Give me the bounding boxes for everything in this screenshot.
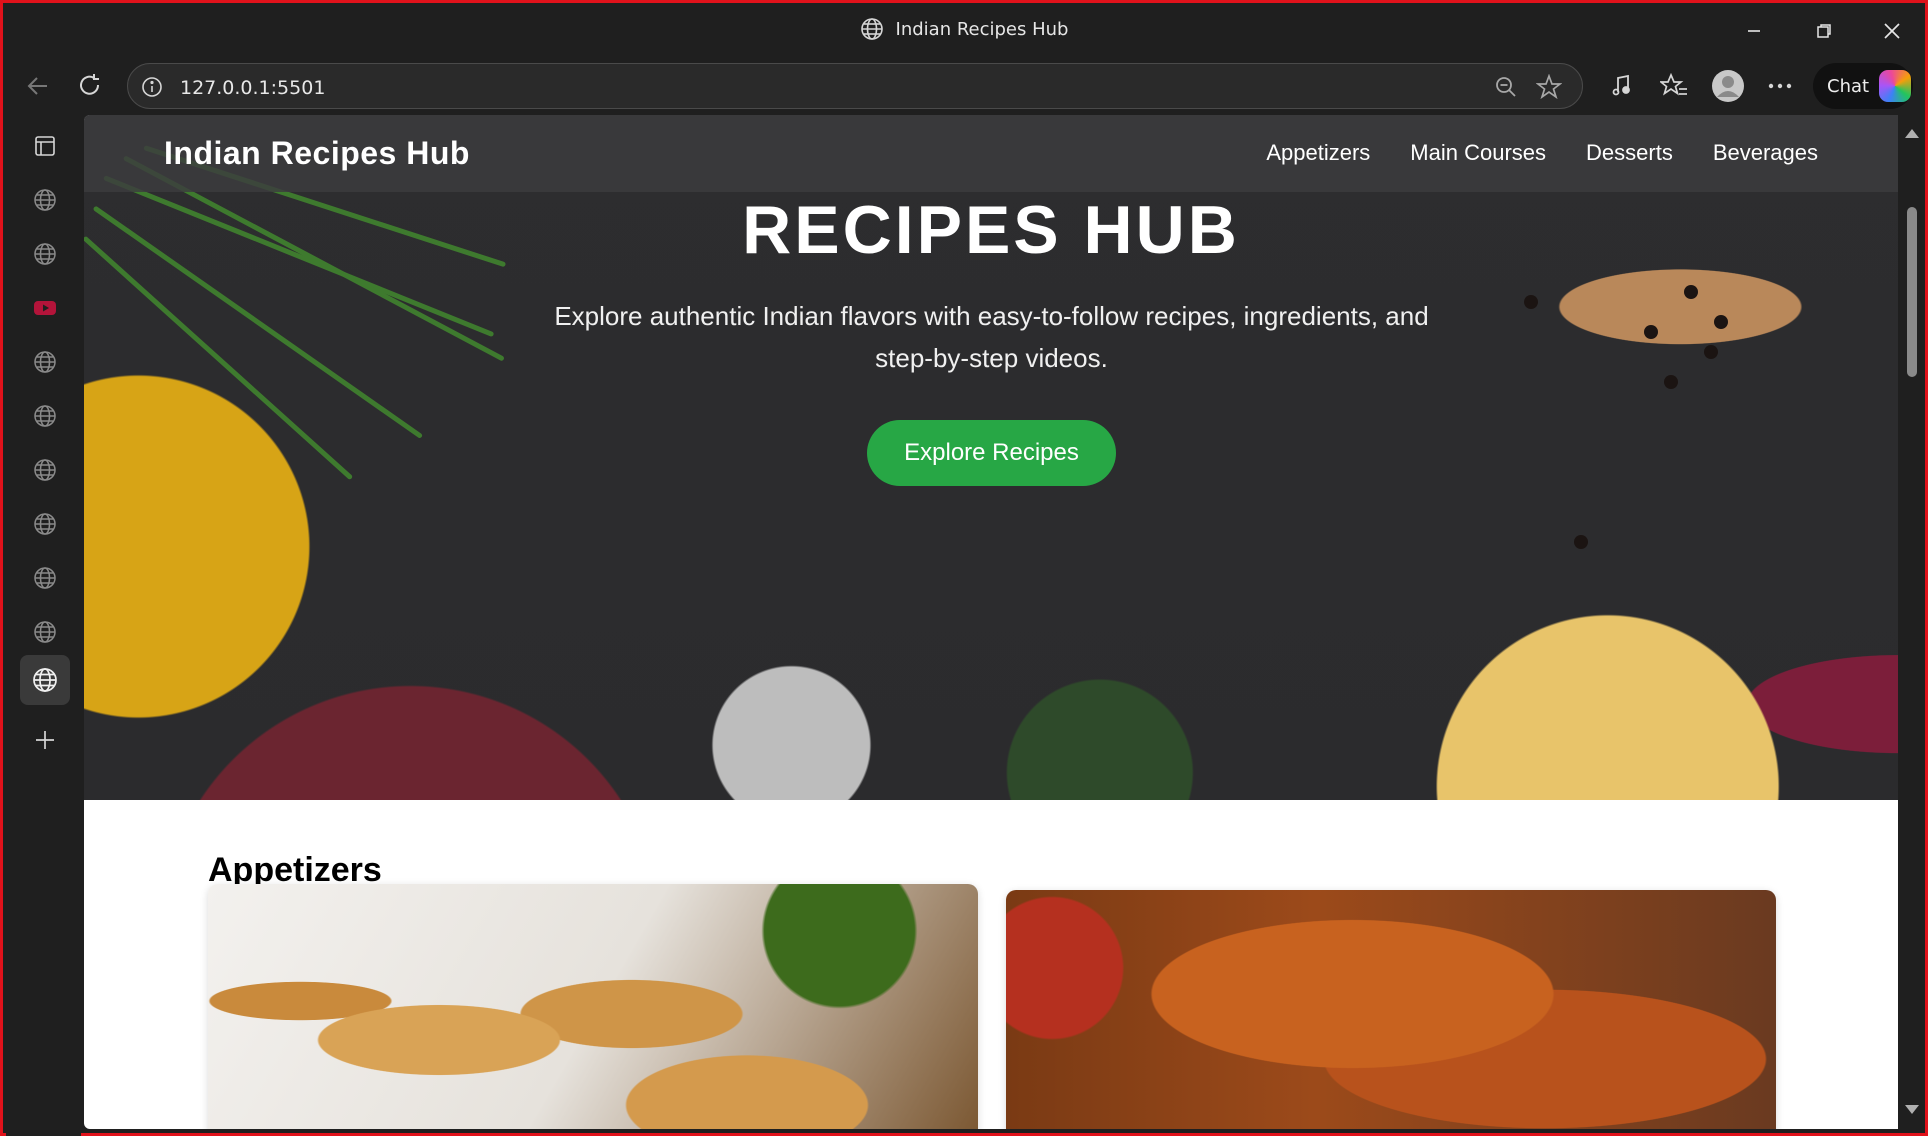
scroll-down-arrow-icon[interactable] [1905, 1105, 1919, 1114]
vertical-tabs-sidebar [6, 115, 81, 1136]
browser-window: Indian Recipes Hub 127.0.0.1:5501 Chat R… [0, 0, 1928, 1136]
browser-toolbar: 127.0.0.1:5501 Chat [3, 59, 1925, 113]
minimize-button[interactable] [1727, 11, 1781, 51]
peppercorn-decoration [1664, 375, 1678, 389]
globe-icon [34, 567, 56, 589]
site-info-icon[interactable] [140, 75, 164, 99]
globe-icon [33, 668, 57, 692]
sidebar-tab-9[interactable] [20, 607, 70, 657]
youtube-icon [34, 301, 56, 315]
close-button[interactable] [1865, 11, 1919, 51]
address-bar[interactable]: 127.0.0.1:5501 [127, 63, 1583, 109]
hero-section: RECIPES HUB Explore authentic Indian fla… [84, 115, 1898, 800]
sidebar-tab-6[interactable] [20, 445, 70, 495]
scroll-thumb[interactable] [1907, 207, 1917, 377]
music-note-icon [1612, 74, 1630, 96]
new-tab-button[interactable] [20, 715, 70, 765]
peppercorn-decoration [1574, 535, 1588, 549]
nav-links: Appetizers Main Courses Desserts Beverag… [1266, 140, 1818, 166]
sidebar-tab-4[interactable] [20, 337, 70, 387]
sidebar-tab-8[interactable] [20, 553, 70, 603]
media-control-button[interactable] [1603, 67, 1641, 105]
globe-icon [34, 243, 56, 265]
favorites-list-icon [1660, 73, 1687, 96]
peppercorn-decoration [1714, 315, 1728, 329]
page-scrollbar[interactable] [1900, 115, 1924, 1129]
peppercorn-decoration [1704, 345, 1718, 359]
peppercorn-decoration [1684, 285, 1698, 299]
globe-icon [34, 351, 56, 373]
avatar-icon [1712, 70, 1744, 102]
peppercorn-decoration [1524, 295, 1538, 309]
copilot-chat-button[interactable]: Chat [1813, 63, 1913, 109]
sidebar-tab-1[interactable] [20, 175, 70, 225]
nav-link-main-courses[interactable]: Main Courses [1410, 140, 1546, 166]
globe-icon [34, 459, 56, 481]
hero-subtitle: Explore authentic Indian flavors with ea… [554, 301, 1429, 373]
back-arrow-icon [27, 77, 47, 95]
nav-link-appetizers[interactable]: Appetizers [1266, 140, 1370, 166]
site-navbar: Indian Recipes Hub Appetizers Main Cours… [84, 115, 1898, 192]
sidebar-tab-7[interactable] [20, 499, 70, 549]
favorite-star-icon[interactable] [1536, 74, 1562, 100]
url-text: 127.0.0.1:5501 [180, 77, 326, 99]
window-title: Indian Recipes Hub [895, 18, 1069, 40]
globe-icon [34, 189, 56, 211]
nav-link-desserts[interactable]: Desserts [1586, 140, 1673, 166]
scroll-up-arrow-icon[interactable] [1905, 129, 1919, 138]
window-title-group: Indian Recipes Hub [3, 17, 1925, 41]
peppercorn-decoration [1644, 325, 1658, 339]
minimize-icon [1748, 30, 1760, 32]
sidebar-tab-5[interactable] [20, 391, 70, 441]
plus-icon [36, 731, 54, 749]
globe-icon [34, 513, 56, 535]
title-bar: Indian Recipes Hub [3, 3, 1925, 59]
restore-icon [1817, 24, 1831, 38]
chat-label: Chat [1827, 75, 1870, 97]
back-button[interactable] [19, 67, 57, 105]
favorites-button[interactable] [1655, 67, 1693, 105]
profile-button[interactable] [1709, 67, 1747, 105]
explore-recipes-button[interactable]: Explore Recipes [867, 420, 1116, 486]
close-icon [1884, 23, 1900, 39]
globe-icon [34, 621, 56, 643]
site-logo[interactable]: Indian Recipes Hub [164, 135, 470, 172]
refresh-icon [80, 74, 100, 95]
tab-actions-button[interactable] [20, 121, 70, 171]
sidebar-tab-youtube[interactable] [20, 283, 70, 333]
globe-icon [34, 405, 56, 427]
sidebar-tab-2[interactable] [20, 229, 70, 279]
page-viewport: RECIPES HUB Explore authentic Indian fla… [84, 115, 1898, 1129]
tab-actions-icon [35, 136, 55, 156]
sidebar-tab-active[interactable] [20, 655, 70, 705]
refresh-button[interactable] [71, 67, 109, 105]
zoom-out-icon[interactable] [1494, 75, 1518, 99]
more-menu-button[interactable] [1761, 67, 1799, 105]
recipe-card-image[interactable] [208, 884, 978, 1129]
copilot-icon [1879, 70, 1912, 102]
restore-button[interactable] [1797, 11, 1851, 51]
more-dots-icon [1768, 83, 1792, 89]
nav-link-beverages[interactable]: Beverages [1713, 140, 1818, 166]
globe-icon [860, 18, 883, 40]
recipe-card-image[interactable] [1006, 890, 1776, 1129]
hero-title: RECIPES HUB [742, 192, 1240, 268]
